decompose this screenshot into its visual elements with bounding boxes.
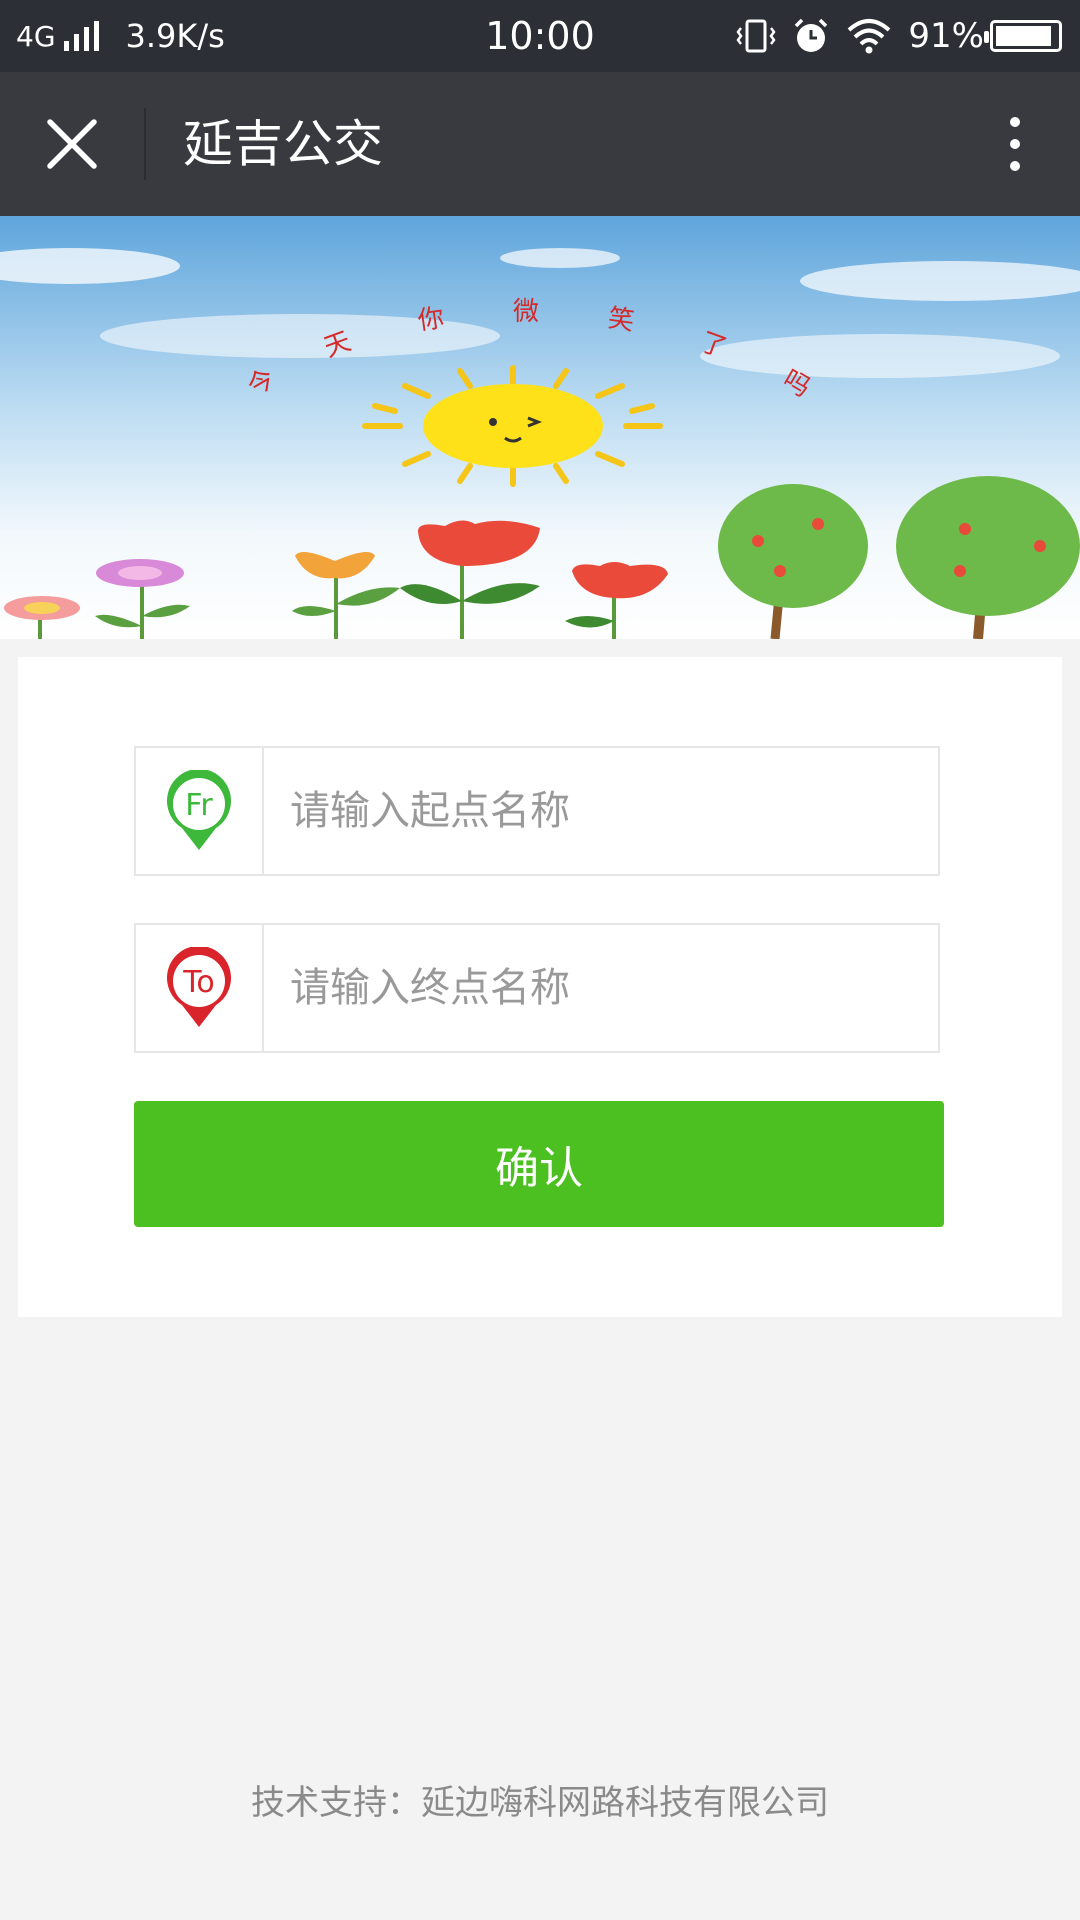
svg-text:你: 你	[416, 303, 446, 336]
from-location-pin-icon: Fr	[167, 770, 231, 850]
more-button[interactable]	[990, 108, 1040, 180]
footer-credit: 技术支持：延边嗨科网路科技有限公司	[251, 1783, 829, 1823]
svg-text:微: 微	[513, 297, 539, 327]
from-badge-text: Fr	[185, 788, 213, 823]
more-vertical-icon	[1010, 117, 1020, 127]
status-bar: 4G 3.9K/s 10:00 91%	[0, 0, 1080, 72]
title-bar: 延吉公交	[0, 72, 1080, 216]
page-title: 延吉公交	[183, 115, 383, 173]
title-divider	[144, 108, 146, 180]
to-badge-text: To	[182, 965, 215, 1000]
close-icon	[47, 119, 97, 169]
to-input[interactable]	[266, 925, 938, 1051]
from-field: Fr	[134, 746, 940, 876]
alarm-icon	[795, 18, 828, 52]
wifi-icon	[848, 19, 891, 54]
from-input[interactable]	[266, 748, 938, 874]
from-icon-cell: Fr	[136, 748, 264, 874]
to-icon-cell: To	[136, 925, 264, 1051]
status-right: 91%	[736, 0, 1062, 72]
confirm-button[interactable]: 确认	[134, 1101, 944, 1227]
svg-text:笑: 笑	[606, 303, 636, 336]
banner-image: 今 天 你 微 笑 了 吗	[0, 216, 1080, 639]
to-field: To	[134, 923, 940, 1053]
battery-icon	[984, 20, 1062, 52]
vibrate-icon	[736, 19, 776, 53]
close-button[interactable]	[32, 108, 112, 180]
to-location-pin-icon: To	[167, 947, 231, 1027]
battery-level: 91%	[908, 16, 984, 56]
route-search-card: Fr To 确认	[18, 657, 1062, 1317]
